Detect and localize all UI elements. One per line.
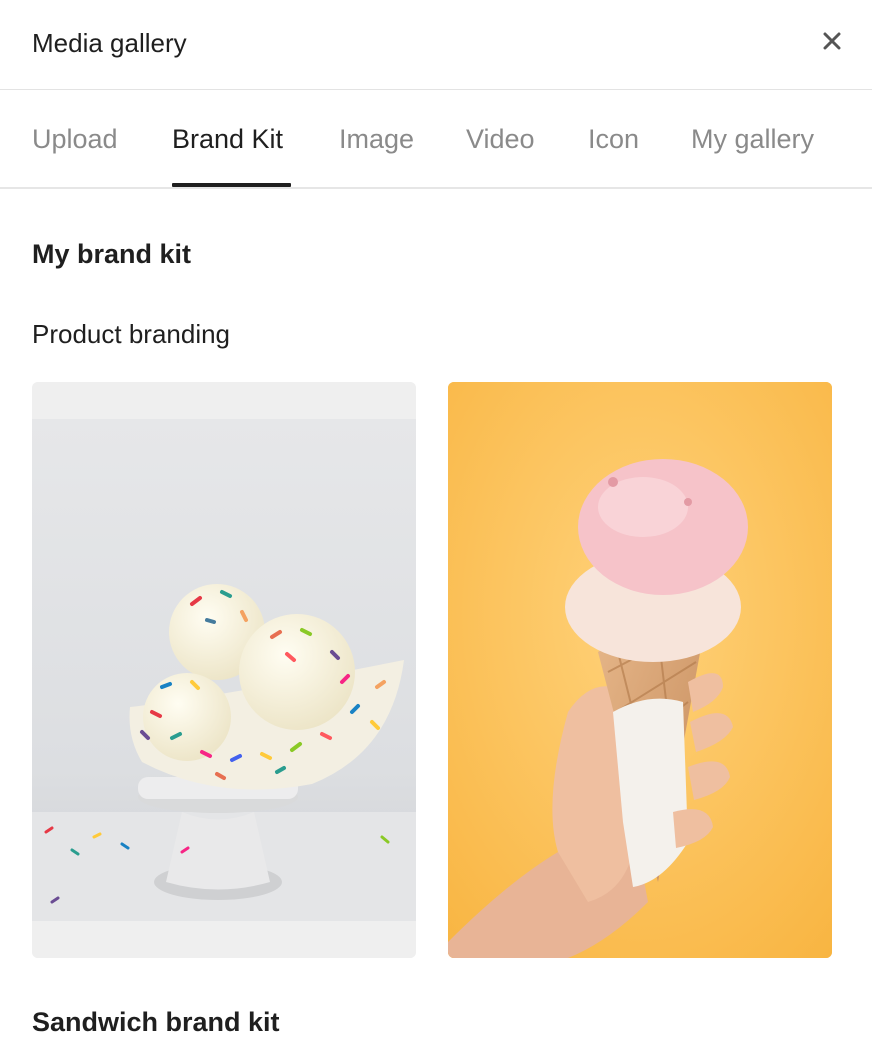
close-button[interactable] (812, 27, 852, 59)
tab-bar: Upload Brand Kit Image Video Icon My gal… (0, 91, 872, 189)
next-section-title: Sandwich brand kit (32, 1007, 280, 1037)
close-icon (823, 32, 841, 55)
dialog-title: Media gallery (32, 28, 187, 58)
tab-upload[interactable]: Upload (32, 121, 118, 157)
active-tab-indicator (172, 183, 291, 187)
dialog-header: Media gallery (0, 0, 872, 90)
tab-my-gallery[interactable]: My gallery (691, 121, 814, 157)
subsection-title: Product branding (32, 319, 231, 349)
tab-brand-kit[interactable]: Brand Kit (172, 121, 283, 157)
section-title: My brand kit (32, 239, 192, 269)
ice-cream-sprinkle-bowl-image[interactable] (32, 382, 416, 958)
tab-icon[interactable]: Icon (588, 121, 639, 157)
ice-cream-cone-image[interactable] (448, 382, 832, 958)
tab-image[interactable]: Image (339, 121, 414, 157)
tab-video[interactable]: Video (466, 121, 535, 157)
